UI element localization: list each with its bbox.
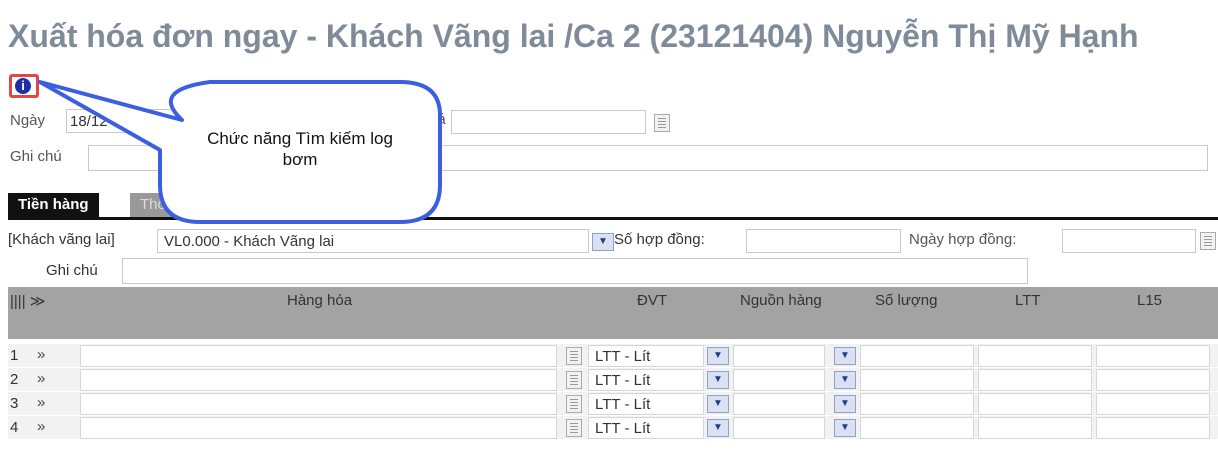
row-number: 1 [10, 347, 19, 364]
item-lookup-icon[interactable] [566, 419, 582, 437]
customer-type-label: [Khách vãng lai] [8, 231, 115, 248]
item-field[interactable] [80, 417, 557, 439]
source-dropdown-icon[interactable]: ▼ [834, 371, 856, 389]
source-dropdown-icon[interactable]: ▼ [834, 419, 856, 437]
customer-note-label: Ghi chú [46, 262, 98, 279]
contract-date-label: Ngày hợp đồng: [909, 231, 1017, 248]
customer-note-field[interactable] [122, 258, 1028, 284]
col-header-qty: Số lượng [875, 292, 938, 309]
source-select[interactable] [733, 345, 825, 367]
col-header-item: Hàng hóa [287, 292, 353, 309]
qty-field[interactable] [860, 345, 974, 367]
item-field[interactable] [80, 369, 557, 391]
item-lookup-icon[interactable] [566, 395, 582, 413]
source-dropdown-icon[interactable]: ▼ [834, 395, 856, 413]
contract-date-picker-icon[interactable] [1200, 232, 1216, 250]
qty-field[interactable] [860, 393, 974, 415]
source-select[interactable] [733, 369, 825, 391]
unit-dropdown-icon[interactable]: ▼ [707, 395, 729, 413]
source-dropdown-icon[interactable]: ▼ [834, 347, 856, 365]
source-select[interactable] [733, 393, 825, 415]
row-expand-icon[interactable]: » [37, 394, 45, 411]
unit-dropdown-icon[interactable]: ▼ [707, 347, 729, 365]
unit-select[interactable]: LTT - Lít [588, 393, 704, 415]
customer-select[interactable]: VL0.000 - Khách Vãng lai [157, 229, 589, 253]
col-header-ltt: LTT [1015, 292, 1041, 309]
item-field[interactable] [80, 393, 557, 415]
price-lookup-icon[interactable] [654, 114, 670, 132]
l15-field[interactable] [1096, 417, 1210, 439]
item-field[interactable] [80, 345, 557, 367]
unit-dropdown-icon[interactable]: ▼ [707, 371, 729, 389]
l15-field[interactable] [1096, 393, 1210, 415]
item-lookup-icon[interactable] [566, 371, 582, 389]
row-expand-icon[interactable]: » [37, 418, 45, 435]
column-toggle-icon[interactable]: |||| ≫ [10, 292, 45, 310]
contract-no-label: Số hợp đồng: [614, 231, 705, 248]
callout-bubble [38, 80, 442, 224]
row-number: 4 [10, 419, 19, 436]
l15-field[interactable] [1096, 369, 1210, 391]
row-number: 3 [10, 395, 19, 412]
callout-text: Chức năng Tìm kiếm log bơm [207, 129, 393, 169]
col-header-l15: L15 [1137, 292, 1163, 309]
ltt-field[interactable] [978, 345, 1092, 367]
unit-dropdown-icon[interactable]: ▼ [707, 419, 729, 437]
col-header-unit: ĐVT [637, 292, 667, 309]
source-select[interactable] [733, 417, 825, 439]
customer-dropdown-icon[interactable]: ▼ [592, 233, 614, 251]
contract-no-field[interactable] [746, 229, 901, 253]
row-expand-icon[interactable]: » [37, 346, 45, 363]
row-expand-icon[interactable]: » [37, 370, 45, 387]
ltt-field[interactable] [978, 393, 1092, 415]
ltt-field[interactable] [978, 369, 1092, 391]
price-field[interactable] [451, 110, 646, 134]
unit-select[interactable]: LTT - Lít [588, 345, 704, 367]
contract-date-field[interactable] [1062, 229, 1196, 253]
item-lookup-icon[interactable] [566, 347, 582, 365]
unit-select[interactable]: LTT - Lít [588, 369, 704, 391]
ltt-field[interactable] [978, 417, 1092, 439]
unit-select[interactable]: LTT - Lít [588, 417, 704, 439]
qty-field[interactable] [860, 417, 974, 439]
l15-field[interactable] [1096, 345, 1210, 367]
col-header-source: Nguồn hàng [740, 292, 822, 309]
row-number: 2 [10, 371, 19, 388]
qty-field[interactable] [860, 369, 974, 391]
